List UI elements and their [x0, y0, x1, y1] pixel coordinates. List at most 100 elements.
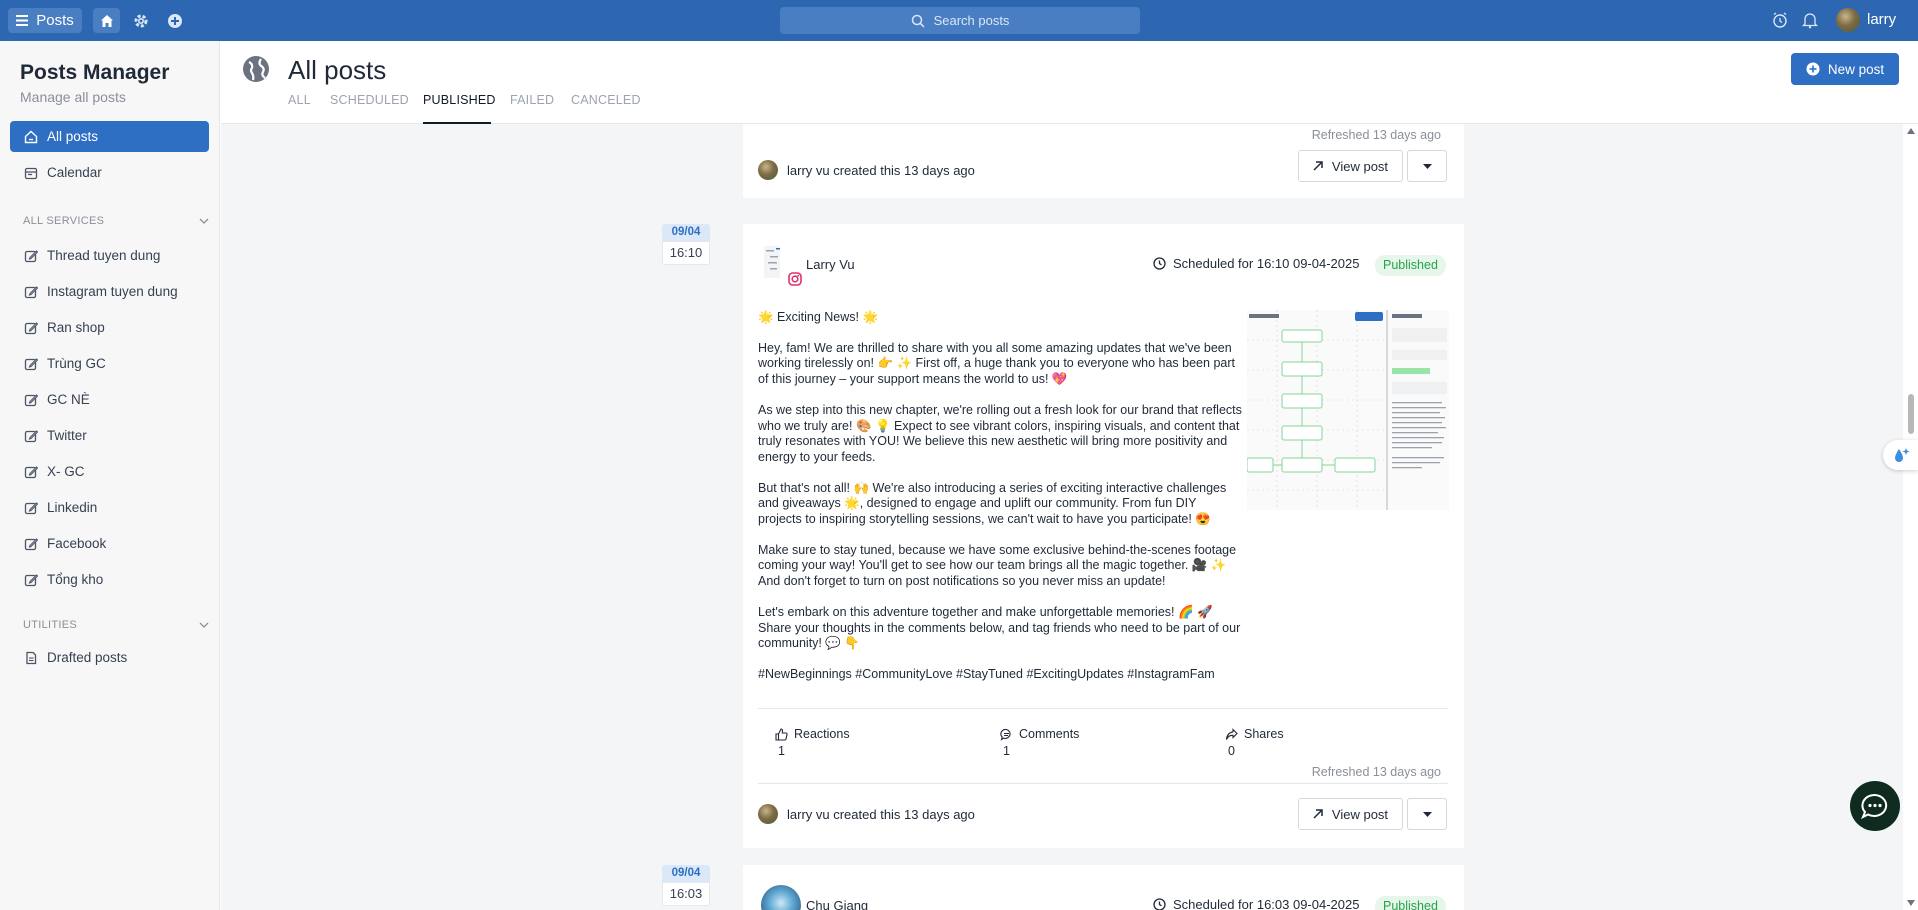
post-card: Refreshed 13 days ago larry vu created t… [743, 124, 1464, 198]
all-services-header[interactable]: ALL SERVICES [23, 215, 209, 227]
instagram-icon [788, 272, 802, 286]
chat-support-button[interactable] [1850, 781, 1900, 831]
ai-assistant-widget[interactable] [1883, 440, 1918, 470]
external-arrow-icon [1313, 161, 1323, 171]
caret-down-icon [1422, 811, 1432, 817]
home-button[interactable] [93, 8, 120, 33]
created-by-text: larry vu created this 13 days ago [787, 162, 975, 178]
gear-icon[interactable] [132, 12, 150, 30]
divider [758, 708, 1448, 709]
sidebar-item-service[interactable]: Instagram tuyen dung [10, 276, 209, 307]
view-post-label: View post [1331, 806, 1389, 822]
tab-canceled[interactable]: CANCELED [571, 93, 641, 107]
sidebar-item-service[interactable]: GC NÈ [10, 384, 209, 415]
post-paragraph: Let's embark on this adventure together … [758, 604, 1241, 651]
scroll-up-icon[interactable] [1907, 128, 1915, 134]
avatar [758, 804, 778, 824]
author-name: Chu Giang [806, 898, 869, 910]
post-paragraph: As we step into this new chapter, we're … [758, 402, 1242, 464]
post-date: 09/04 [662, 865, 710, 882]
edit-icon [24, 465, 38, 478]
created-by: larry vu created this 13 days ago [758, 804, 975, 824]
home-icon [100, 14, 113, 27]
post-attached-image[interactable] [1247, 310, 1449, 510]
edit-icon [24, 357, 38, 370]
edit-icon [24, 537, 38, 550]
page-title: All posts [288, 55, 387, 85]
sidebar: Posts Manager Manage all posts All posts… [0, 41, 220, 910]
sidebar-item-service[interactable]: Twitter [10, 420, 209, 451]
edit-icon [24, 321, 38, 334]
post-content: 🌟 Exciting News! 🌟 Hey, fam! We are thri… [758, 310, 1243, 698]
post-hashtags: #NewBeginnings #CommunityLove #StayTuned… [758, 666, 1215, 681]
author-name: Larry Vu [806, 257, 855, 272]
new-post-button[interactable]: New post [1791, 53, 1899, 85]
post-paragraph: Make sure to stay tuned, because we have… [758, 542, 1237, 589]
add-circle-icon[interactable] [166, 12, 184, 30]
sidebar-item-service[interactable]: Ran shop [10, 312, 209, 343]
section-label: ALL SERVICES [23, 215, 105, 227]
share-icon [1225, 727, 1238, 740]
post-paragraph: But that's not all! 🙌 We're also introdu… [758, 480, 1227, 527]
status-badge: Published [1375, 255, 1446, 276]
sidebar-item-label: Facebook [47, 536, 107, 551]
sidebar-item-all-posts[interactable]: All posts [10, 121, 209, 152]
document-icon [26, 651, 37, 664]
edit-icon [24, 429, 38, 442]
search-input[interactable]: Search posts [780, 7, 1140, 34]
tab-failed[interactable]: FAILED [510, 93, 554, 107]
post-actions-dropdown[interactable] [1407, 150, 1447, 182]
app-menu-button[interactable]: Posts [8, 8, 82, 33]
section-label: UTILITIES [23, 619, 78, 631]
comments-label: Comments [1019, 727, 1080, 741]
comments-count: 1 [1003, 744, 1010, 758]
sidebar-item-service[interactable]: Facebook [10, 528, 209, 559]
tab-scheduled[interactable]: SCHEDULED [330, 93, 409, 107]
tab-published[interactable]: PUBLISHED [423, 93, 496, 107]
home-icon [24, 130, 38, 143]
sidebar-item-service[interactable]: Linkedin [10, 492, 209, 523]
reactions-label: Reactions [794, 727, 850, 741]
scrollbar-thumb[interactable] [1908, 394, 1914, 434]
sidebar-item-service[interactable]: X- GC [10, 456, 209, 487]
comments-stat: Comments 1 [1000, 727, 1079, 758]
tab-all[interactable]: ALL [288, 93, 311, 107]
menu-icon [16, 15, 29, 26]
calendar-icon [24, 167, 38, 179]
account-thumbnail [758, 244, 802, 286]
sidebar-item-label: Trùng GC [47, 356, 106, 371]
sidebar-item-service[interactable]: Thread tuyen dung [10, 240, 209, 271]
scrollbar[interactable] [1904, 124, 1918, 910]
sidebar-item-label: Thread tuyen dung [47, 248, 161, 263]
caret-down-icon [1422, 163, 1432, 169]
user-avatar[interactable] [1836, 8, 1860, 32]
thumbs-up-icon [775, 727, 788, 741]
username[interactable]: larry [1867, 11, 1896, 28]
status-badge: Published [1375, 896, 1446, 910]
scheduled-info: Scheduled for 16:10 09-04-2025 [1153, 256, 1359, 271]
sidebar-item-calendar[interactable]: Calendar [10, 157, 209, 188]
edit-icon [24, 249, 38, 262]
page-header: All posts ALL SCHEDULED PUBLISHED FAILED… [221, 41, 1918, 124]
reactions-count: 1 [778, 744, 785, 758]
alarm-clock-icon[interactable] [1771, 11, 1789, 29]
post-date: 09/04 [662, 224, 710, 241]
created-by: larry vu created this 13 days ago [758, 160, 975, 180]
sidebar-item-service[interactable]: Tổng kho [10, 564, 209, 595]
view-post-button[interactable]: View post [1298, 150, 1403, 182]
scroll-down-icon[interactable] [1907, 900, 1915, 906]
utilities-header[interactable]: UTILITIES [23, 619, 209, 631]
sidebar-item-drafted-posts[interactable]: Drafted posts [10, 642, 209, 673]
sidebar-item-label: Instagram tuyen dung [47, 284, 178, 299]
bell-icon[interactable] [1801, 11, 1819, 29]
post-time: 16:10 [662, 241, 710, 265]
reactions-stat: Reactions 1 [775, 727, 850, 758]
divider [758, 783, 1448, 784]
post-card: Chu Giang Scheduled for 16:03 09-04-2025… [743, 865, 1464, 910]
sidebar-item-service[interactable]: Trùng GC [10, 348, 209, 379]
top-bar: Posts Search posts larry [0, 0, 1918, 41]
post-actions-dropdown[interactable] [1407, 798, 1447, 830]
sidebar-item-label: X- GC [47, 464, 85, 479]
scheduled-text: Scheduled for 16:10 09-04-2025 [1173, 256, 1360, 271]
view-post-button[interactable]: View post [1298, 798, 1403, 830]
